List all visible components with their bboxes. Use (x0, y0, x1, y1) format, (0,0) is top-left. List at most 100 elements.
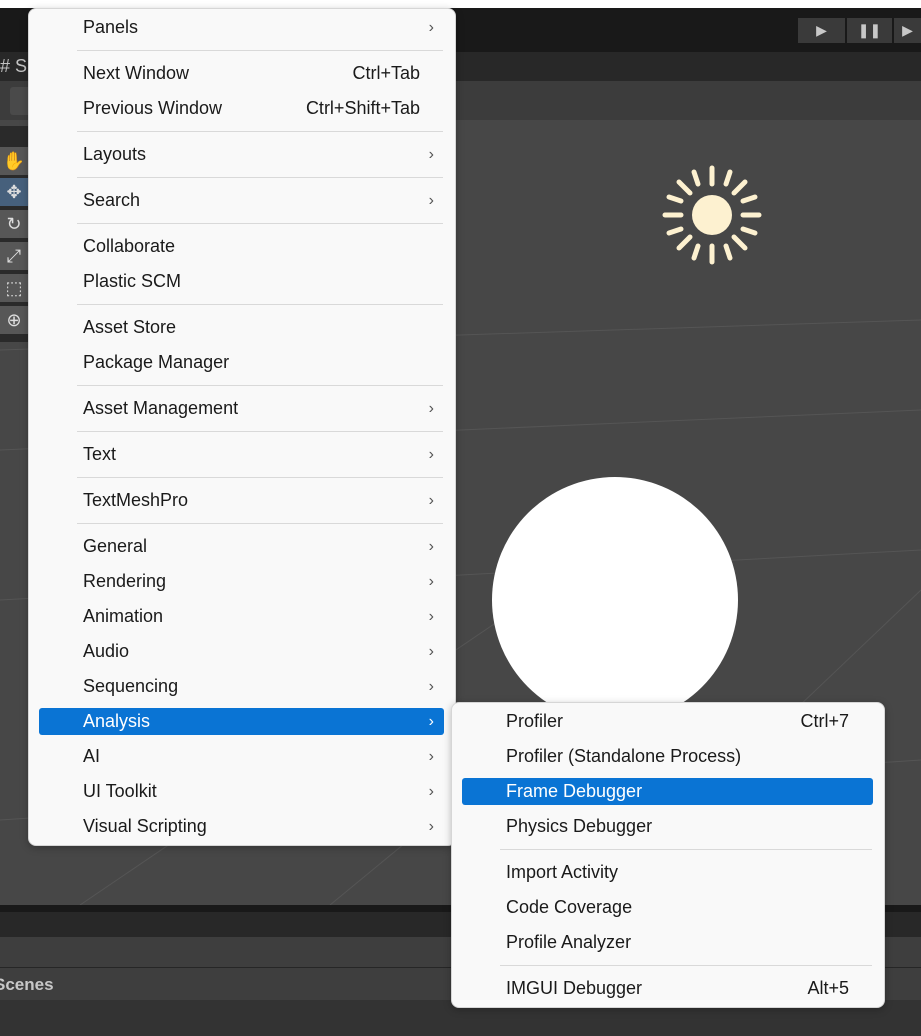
chevron-right-icon: › (428, 491, 434, 509)
menu-item-panels[interactable]: Panels › (39, 14, 444, 41)
menu-item-analysis[interactable]: Analysis › (39, 708, 444, 735)
menu-separator (77, 385, 443, 386)
menu-item-label: Next Window (83, 63, 190, 83)
menu-item-package-manager[interactable]: Package Manager (39, 349, 444, 376)
menu-item-label: Layouts (83, 144, 147, 164)
chevron-right-icon: › (428, 642, 434, 660)
menu-item-label: Audio (83, 641, 130, 661)
chevron-right-icon: › (428, 18, 434, 36)
menu-item-label: Profile Analyzer (506, 932, 632, 952)
move-icon: ✥ (6, 181, 22, 202)
pause-icon: ❚❚ (857, 22, 882, 38)
menu-item-audio[interactable]: Audio › (39, 638, 444, 665)
menu-item-label: Previous Window (83, 98, 223, 118)
transform-tool[interactable]: ⊕ (0, 306, 28, 336)
menu-item-label: Visual Scripting (83, 816, 207, 836)
hand-tool[interactable]: ✋ (0, 147, 28, 177)
menu-separator (77, 431, 443, 432)
play-button[interactable]: ▶ (798, 18, 845, 43)
shortcut-label: Alt+5 (807, 978, 849, 998)
chevron-right-icon: › (428, 747, 434, 765)
menu-item-textmeshpro[interactable]: TextMeshPro › (39, 487, 444, 514)
sphere-object[interactable] (492, 477, 738, 723)
menu-separator (500, 849, 872, 850)
menu-item-label: General (83, 536, 148, 556)
scale-icon: ⤢ (6, 245, 22, 266)
menu-item-profile-analyzer[interactable]: Profile Analyzer (462, 929, 873, 956)
menu-item-label: Import Activity (506, 862, 619, 882)
menu-separator (77, 223, 443, 224)
menu-item-visual-scripting[interactable]: Visual Scripting › (39, 813, 444, 840)
step-button[interactable]: ▶ (894, 18, 921, 43)
menu-item-asset-management[interactable]: Asset Management › (39, 395, 444, 422)
menu-item-text[interactable]: Text › (39, 441, 444, 468)
menu-item-label: TextMeshPro (83, 490, 189, 510)
menu-item-label: Physics Debugger (506, 816, 653, 836)
window-menu: Panels › Next Window Ctrl+Tab Previous Windo… (28, 8, 456, 846)
menu-item-label: Package Manager (83, 352, 230, 372)
shortcut-label: Ctrl+Shift+Tab (305, 98, 420, 118)
chevron-right-icon: › (428, 782, 434, 800)
menu-item-general[interactable]: General › (39, 533, 444, 560)
menu-item-collaborate[interactable]: Collaborate (39, 233, 444, 260)
menu-item-ai[interactable]: AI › (39, 743, 444, 770)
menu-separator (77, 304, 443, 305)
hand-icon: ✋ (2, 150, 26, 171)
menu-item-sequencing[interactable]: Sequencing › (39, 673, 444, 700)
scale-tool[interactable]: ⤢ (0, 242, 28, 272)
chevron-right-icon: › (428, 607, 434, 625)
menu-separator (77, 50, 443, 51)
menu-item-label: Analysis (83, 711, 151, 731)
play-icon: ▶ (816, 22, 827, 38)
menu-item-physics-debugger[interactable]: Physics Debugger (462, 813, 873, 840)
transform-icon: ⊕ (6, 309, 22, 330)
menu-item-label: Panels (83, 17, 139, 37)
analysis-submenu: Profiler Ctrl+7 Profiler (Standalone Proce… (451, 702, 885, 1008)
menu-separator (77, 131, 443, 132)
chevron-right-icon: › (428, 817, 434, 835)
menu-item-label: Sequencing (83, 676, 179, 696)
menu-separator (77, 177, 443, 178)
menu-item-animation[interactable]: Animation › (39, 603, 444, 630)
menu-separator (77, 523, 443, 524)
menu-item-label: Text (83, 444, 117, 464)
menu-item-profiler[interactable]: Profiler Ctrl+7 (462, 708, 873, 735)
menu-item-label: Collaborate (83, 236, 176, 256)
chevron-right-icon: › (428, 572, 434, 590)
menu-item-asset-store[interactable]: Asset Store (39, 314, 444, 341)
menu-item-code-coverage[interactable]: Code Coverage (462, 894, 873, 921)
menu-item-search[interactable]: Search › (39, 187, 444, 214)
menu-item-label: Plastic SCM (83, 271, 182, 291)
menu-item-label: Profiler (Standalone Process) (506, 746, 742, 766)
chevron-right-icon: › (428, 191, 434, 209)
menu-item-layouts[interactable]: Layouts › (39, 141, 444, 168)
tab-scene[interactable]: # S (0, 56, 27, 77)
menu-item-label: Profiler (506, 711, 564, 731)
menu-item-next-window[interactable]: Next Window Ctrl+Tab (39, 60, 444, 87)
menu-item-profiler-standalone-process[interactable]: Profiler (Standalone Process) (462, 743, 873, 770)
menu-item-import-activity[interactable]: Import Activity (462, 859, 873, 886)
menu-item-label: Animation (83, 606, 164, 626)
menu-item-label: Search (83, 190, 141, 210)
rect-tool[interactable]: ⬚ (0, 274, 28, 304)
menu-item-rendering[interactable]: Rendering › (39, 568, 444, 595)
menu-item-plastic-scm[interactable]: Plastic SCM (39, 268, 444, 295)
shortcut-label: Ctrl+Tab (352, 63, 420, 83)
rotate-tool[interactable]: ↻ (0, 210, 28, 240)
pause-button[interactable]: ❚❚ (847, 18, 892, 43)
step-icon: ▶ (902, 22, 913, 38)
scenes-label: Scenes (0, 975, 54, 994)
menu-item-previous-window[interactable]: Previous Window Ctrl+Shift+Tab (39, 95, 444, 122)
chevron-right-icon: › (428, 445, 434, 463)
menu-item-ui-toolkit[interactable]: UI Toolkit › (39, 778, 444, 805)
menu-item-label: Rendering (83, 571, 167, 591)
top-strip (0, 0, 921, 8)
menu-item-label: Code Coverage (506, 897, 633, 917)
rotate-icon: ↻ (6, 213, 22, 234)
menu-item-frame-debugger[interactable]: Frame Debugger (462, 778, 873, 805)
sun-icon[interactable] (657, 160, 767, 270)
move-tool[interactable]: ✥ (0, 178, 28, 208)
menu-item-imgui-debugger[interactable]: IMGUI Debugger Alt+5 (462, 975, 873, 1002)
chevron-right-icon: › (428, 712, 434, 730)
chevron-right-icon: › (428, 399, 434, 417)
